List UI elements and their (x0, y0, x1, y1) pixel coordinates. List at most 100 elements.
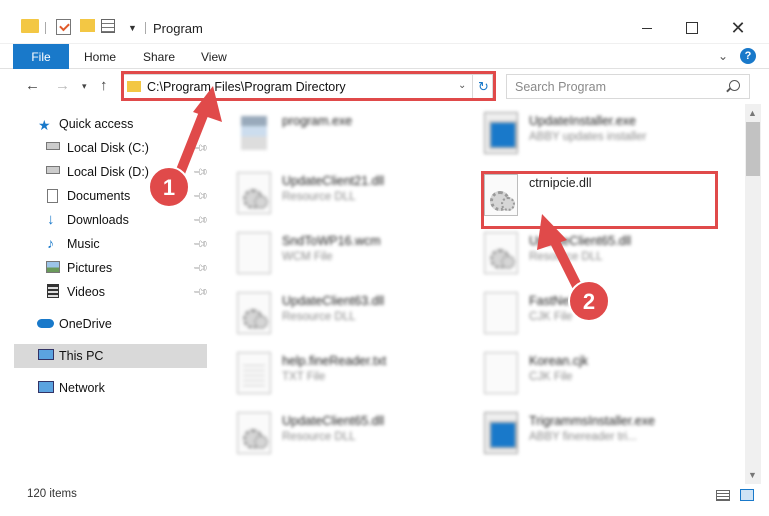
file-item[interactable]: help.fineReader.txt TXT File (237, 348, 477, 398)
sidebar-item-label: Network (59, 381, 105, 395)
network-icon (38, 381, 54, 393)
navigation-pane: ★ Quick access Local Disk (C:) 📌︎ Local … (14, 108, 210, 478)
sidebar-item-label: Documents (67, 189, 131, 203)
file-type: Resource DLL (282, 311, 356, 323)
recent-locations-chevron-icon[interactable]: ▾ (82, 81, 87, 92)
file-item[interactable]: UpdateClient63.dll Resource DLL (237, 288, 477, 338)
sidebar-item-label: Quick access (59, 117, 134, 131)
file-name: help.fineReader.txt (282, 354, 387, 368)
sidebar-item-this-pc[interactable]: This PC (14, 344, 207, 368)
minimize-button[interactable] (637, 18, 657, 38)
tab-file[interactable]: File (13, 44, 69, 69)
file-list: program.exe UpdateInstaller.exe ABBY upd… (215, 108, 745, 478)
expand-ribbon-chevron-icon[interactable]: ⌄ (718, 49, 728, 63)
pin-icon[interactable]: 📌︎ (192, 284, 209, 301)
file-name: UpdateInstaller.exe (529, 114, 637, 128)
file-type: Resource DLL (529, 251, 603, 263)
large-icons-view-icon[interactable] (740, 489, 754, 501)
details-view-icon[interactable] (716, 490, 730, 501)
vertical-scrollbar[interactable]: ▲ ▼ (745, 104, 761, 484)
sidebar-item-documents[interactable]: Documents 📌︎ (14, 184, 209, 208)
file-type: Resource DLL (282, 191, 356, 203)
sidebar-item-onedrive[interactable]: OneDrive (14, 312, 207, 336)
sidebar-item-label: Local Disk (C:) (67, 141, 149, 155)
new-folder-icon[interactable] (80, 19, 95, 32)
download-icon: ↓ (47, 211, 55, 228)
separator (45, 22, 46, 34)
exe-icon (484, 112, 518, 154)
file-item[interactable]: SndToWP16.wcm WCM File (237, 228, 477, 278)
file-type: WCM File (282, 251, 333, 263)
sidebar-item-label: OneDrive (59, 317, 112, 331)
window-title: Program (153, 21, 203, 36)
file-type: TXT File (282, 371, 326, 383)
sidebar-item-network[interactable]: Network (14, 376, 207, 400)
videos-icon (47, 284, 59, 298)
pin-icon[interactable]: 📌︎ (192, 140, 209, 157)
pin-icon[interactable]: 📌︎ (192, 260, 209, 277)
sidebar-item-music[interactable]: ♪ Music 📌︎ (14, 232, 209, 256)
file-icon (237, 232, 271, 274)
file-item[interactable]: UpdateInstaller.exe ABBY updates install… (484, 108, 724, 158)
tab-home[interactable]: Home (84, 50, 116, 64)
file-item[interactable]: FastNet.cjk CJK File (484, 288, 724, 338)
file-type: Resource DLL (282, 431, 356, 443)
folder-icon[interactable] (21, 19, 39, 33)
file-type: CJK File (529, 311, 573, 323)
program-icon (237, 112, 271, 154)
item-count: 120 items (27, 488, 77, 500)
separator (145, 22, 146, 34)
pin-icon[interactable]: 📌︎ (192, 212, 209, 229)
scroll-thumb[interactable] (746, 122, 760, 176)
search-placeholder[interactable]: Search Program (515, 80, 606, 94)
sidebar-item-label: This PC (59, 349, 104, 363)
scroll-down-arrow-icon[interactable]: ▼ (748, 470, 757, 480)
dll-icon (237, 412, 271, 454)
sidebar-item-label: Pictures (67, 261, 113, 275)
pin-icon[interactable]: 📌︎ (192, 164, 209, 181)
pin-icon[interactable]: 📌︎ (192, 188, 209, 205)
file-item[interactable]: program.exe (237, 108, 477, 158)
file-item[interactable]: UpdateClient21.dll Resource DLL (237, 168, 477, 218)
sidebar-item-local-disk-d[interactable]: Local Disk (D:) 📌︎ (14, 160, 209, 184)
sidebar-item-quick-access[interactable]: ★ Quick access (14, 112, 207, 136)
file-item[interactable]: Korean.cjk CJK File (484, 348, 724, 398)
sidebar-item-pictures[interactable]: Pictures 📌︎ (14, 256, 209, 280)
customize-toolbar-dropdown-icon[interactable]: ▼ (128, 19, 137, 37)
address-bar-highlight (121, 71, 496, 101)
tab-share[interactable]: Share (143, 50, 175, 64)
scroll-up-arrow-icon[interactable]: ▲ (748, 108, 757, 118)
properties-check-icon[interactable] (56, 19, 71, 35)
properties-icon[interactable] (101, 19, 115, 33)
file-type: CJK File (529, 371, 573, 383)
search-box[interactable]: Search Program (506, 74, 750, 99)
file-name: UpdateClient21.dll (282, 174, 385, 188)
file-type: ABBY updates installer (529, 131, 647, 143)
help-icon[interactable]: ? (740, 48, 756, 64)
file-icon (484, 292, 518, 334)
up-arrow-icon[interactable]: ↑ (100, 77, 108, 94)
star-icon: ★ (38, 117, 51, 133)
sidebar-item-videos[interactable]: Videos 📌︎ (14, 280, 209, 304)
sidebar-item-local-disk-c[interactable]: Local Disk (C:) 📌︎ (14, 136, 209, 160)
cloud-icon (37, 319, 54, 328)
file-highlight (481, 171, 718, 229)
close-button[interactable]: ✕ (728, 18, 748, 38)
drive-icon (46, 166, 60, 174)
file-item[interactable]: TrigrammsInstaller.exe ABBY finereader t… (484, 408, 724, 458)
search-icon[interactable] (729, 80, 740, 91)
sidebar-item-label: Local Disk (D:) (67, 165, 149, 179)
file-name: UpdateClient65.dll (282, 414, 385, 428)
back-arrow-icon[interactable]: ← (25, 77, 40, 94)
drive-icon (46, 142, 60, 150)
title-bar: ▼ Program ✕ (0, 0, 769, 44)
file-name: UpdateClient63.dll (282, 294, 385, 308)
tab-view[interactable]: View (201, 50, 227, 64)
pin-icon[interactable]: 📌︎ (192, 236, 209, 253)
forward-arrow-icon[interactable]: → (55, 77, 70, 94)
file-item[interactable]: UpdateClient65.dll Resource DLL (484, 228, 724, 278)
file-item[interactable]: UpdateClient65.dll Resource DLL (237, 408, 477, 458)
sidebar-item-downloads[interactable]: ↓ Downloads 📌︎ (14, 208, 209, 232)
maximize-button[interactable] (682, 18, 702, 38)
computer-icon (38, 349, 54, 360)
